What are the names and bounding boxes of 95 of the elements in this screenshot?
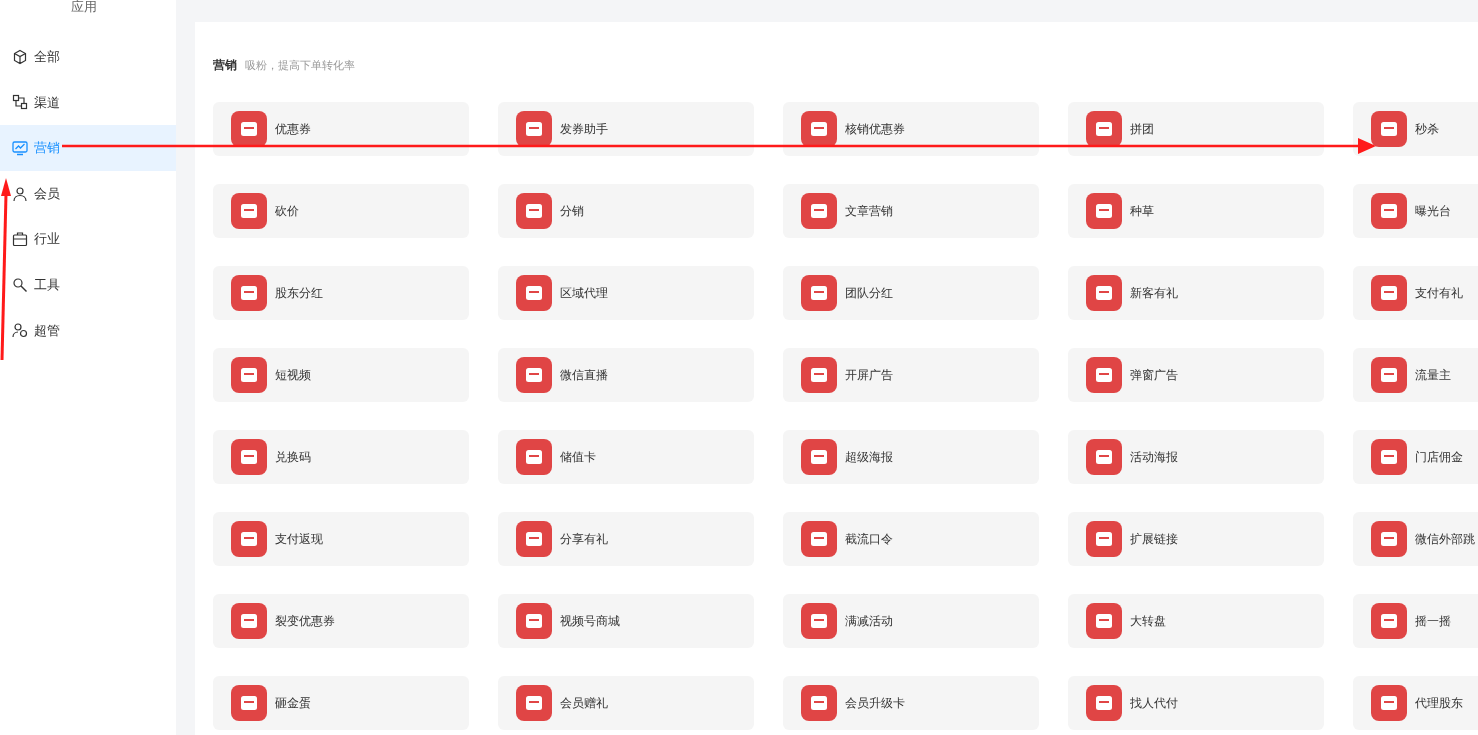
app-icon	[516, 275, 552, 311]
app-icon	[231, 275, 267, 311]
app-icon	[231, 357, 267, 393]
app-card[interactable]: 拼团	[1068, 102, 1324, 156]
app-icon	[801, 275, 837, 311]
app-card[interactable]: 砸金蛋	[213, 676, 469, 730]
app-card[interactable]: 发券助手	[498, 102, 754, 156]
app-icon	[1086, 111, 1122, 147]
app-icon	[1086, 193, 1122, 229]
user-icon	[12, 185, 28, 202]
app-icon	[1086, 275, 1122, 311]
app-icon	[516, 193, 552, 229]
app-card[interactable]: 会员赠礼	[498, 676, 754, 730]
app-icon	[1371, 521, 1407, 557]
app-card[interactable]: 砍价	[213, 184, 469, 238]
app-card[interactable]: 弹窗广告	[1068, 348, 1324, 402]
app-icon	[1371, 685, 1407, 721]
app-card[interactable]: 会员升级卡	[783, 676, 1039, 730]
sidebar-title: 应用	[70, 0, 98, 14]
app-card[interactable]: 流量主	[1353, 348, 1478, 402]
sidebar-item[interactable]: 工具	[0, 261, 176, 308]
app-icon	[801, 603, 837, 639]
app-card[interactable]: 满减活动	[783, 594, 1039, 648]
app-card[interactable]: 团队分红	[783, 266, 1039, 320]
app-icon	[1371, 275, 1407, 311]
app-card[interactable]: 短视频	[213, 348, 469, 402]
app-card[interactable]: 裂变优惠券	[213, 594, 469, 648]
app-card[interactable]: 摇一摇	[1353, 594, 1478, 648]
sidebar-item[interactable]: 会员	[0, 170, 176, 217]
app-card[interactable]: 股东分红	[213, 266, 469, 320]
app-card[interactable]: 秒杀	[1353, 102, 1478, 156]
app-icon	[1371, 357, 1407, 393]
users-icon	[12, 322, 28, 339]
app-icon	[1371, 439, 1407, 475]
app-icon	[231, 111, 267, 147]
app-card[interactable]: 兑换码	[213, 430, 469, 484]
app-icon	[801, 357, 837, 393]
app-card[interactable]: 支付有礼	[1353, 266, 1478, 320]
app-icon	[231, 193, 267, 229]
app-icon	[516, 685, 552, 721]
app-icon	[516, 521, 552, 557]
sidebar-item[interactable]: 全部	[0, 34, 176, 80]
app-card[interactable]: 核销优惠券	[783, 102, 1039, 156]
app-icon	[1371, 111, 1407, 147]
app-icon	[231, 685, 267, 721]
section-title: 营销	[213, 57, 237, 74]
app-card[interactable]: 新客有礼	[1068, 266, 1324, 320]
cube-icon	[12, 48, 28, 65]
briefcase-icon	[12, 231, 28, 248]
app-card[interactable]: 活动海报	[1068, 430, 1324, 484]
app-icon	[801, 685, 837, 721]
app-card[interactable]: 区域代理	[498, 266, 754, 320]
section-subtitle: 吸粉，提高下单转化率	[245, 58, 355, 73]
app-icon	[1086, 521, 1122, 557]
app-icon	[516, 357, 552, 393]
app-card[interactable]: 微信直播	[498, 348, 754, 402]
app-icon	[1371, 603, 1407, 639]
app-card[interactable]: 找人代付	[1068, 676, 1324, 730]
app-icon	[231, 521, 267, 557]
app-icon	[231, 603, 267, 639]
app-card[interactable]: 分享有礼	[498, 512, 754, 566]
app-icon	[1086, 439, 1122, 475]
app-card[interactable]: 视频号商城	[498, 594, 754, 648]
app-icon	[1371, 193, 1407, 229]
app-icon	[1086, 685, 1122, 721]
app-card[interactable]: 文章营销	[783, 184, 1039, 238]
sidebar-item[interactable]: 渠道	[0, 79, 176, 126]
app-card[interactable]: 代理股东	[1353, 676, 1478, 730]
app-icon	[1086, 357, 1122, 393]
app-card[interactable]: 支付返现	[213, 512, 469, 566]
app-card[interactable]: 超级海报	[783, 430, 1039, 484]
chart-monitor-icon	[12, 140, 28, 156]
app-icon	[516, 111, 552, 147]
app-icon	[1086, 603, 1122, 639]
app-icon	[801, 193, 837, 229]
sidebar-item[interactable]: 超管	[0, 307, 176, 354]
app-icon	[801, 521, 837, 557]
app-card[interactable]: 分销	[498, 184, 754, 238]
app-card[interactable]: 储值卡	[498, 430, 754, 484]
app-icon	[231, 439, 267, 475]
app-icon	[516, 439, 552, 475]
app-icon	[516, 603, 552, 639]
app-icon	[801, 111, 837, 147]
app-card[interactable]: 截流口令	[783, 512, 1039, 566]
app-card[interactable]: 微信外部跳	[1353, 512, 1478, 566]
app-card[interactable]: 大转盘	[1068, 594, 1324, 648]
app-card[interactable]: 开屏广告	[783, 348, 1039, 402]
app-icon	[801, 439, 837, 475]
app-card[interactable]: 优惠券	[213, 102, 469, 156]
app-card[interactable]: 曝光台	[1353, 184, 1478, 238]
app-card[interactable]: 种草	[1068, 184, 1324, 238]
sidebar-item[interactable]: 行业	[0, 216, 176, 262]
nodes-icon	[12, 94, 28, 111]
app-card[interactable]: 扩展链接	[1068, 512, 1324, 566]
app-card[interactable]: 门店佣金	[1353, 430, 1478, 484]
